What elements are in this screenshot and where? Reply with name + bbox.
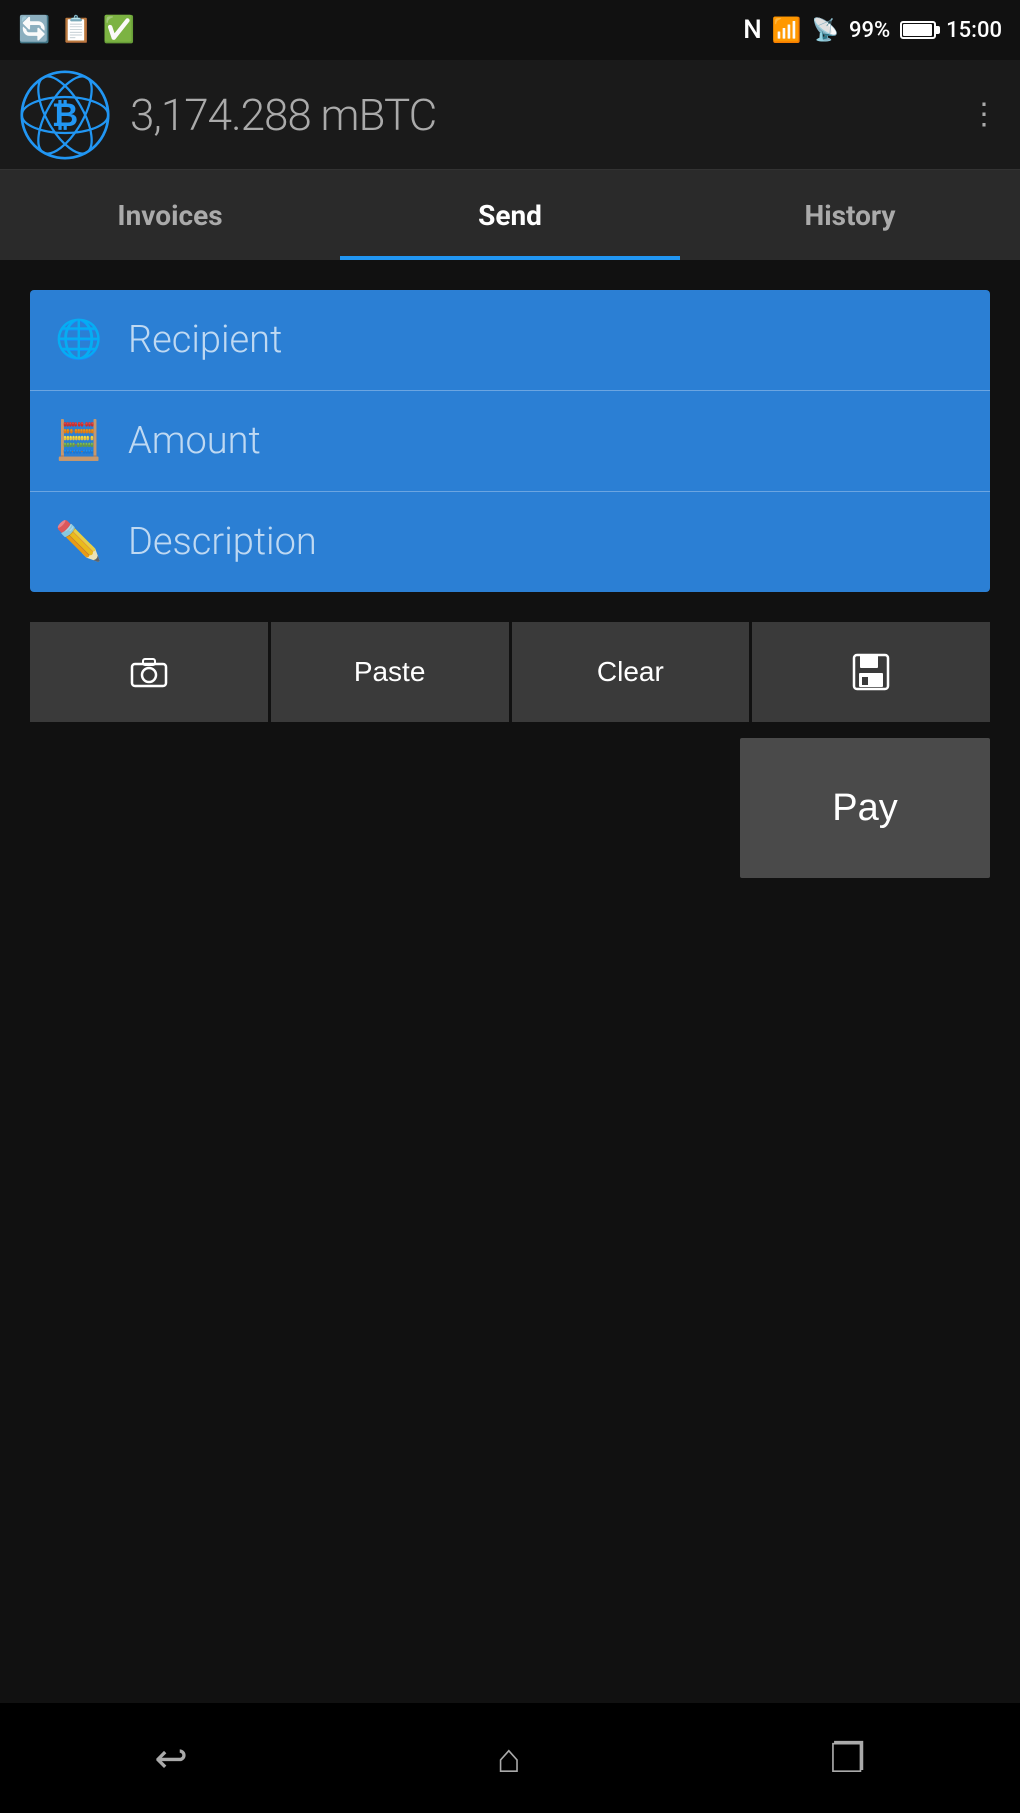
pen-icon: ✏️ <box>54 520 104 564</box>
bottom-navigation: ↩ ⌂ ❐ <box>0 1703 1020 1813</box>
status-bar: 🔄 📋 ✅ N 📶 📡 99% 15:00 <box>0 0 1020 60</box>
tab-invoices[interactable]: Invoices <box>0 170 340 260</box>
clipboard-check-icon: 📋 <box>60 15 92 45</box>
recent-nav-icon[interactable]: ❐ <box>830 1735 866 1782</box>
app-header: ₿ 3,174.288 mBTC ⋮ <box>0 60 1020 170</box>
balance-display: 3,174.288 mBTC <box>130 89 949 141</box>
calculator-icon: 🧮 <box>54 419 104 463</box>
tab-history[interactable]: History <box>680 170 1020 260</box>
back-nav-icon[interactable]: ↩ <box>154 1735 188 1782</box>
battery-percent: 99% <box>849 18 890 43</box>
svg-text:₿: ₿ <box>52 95 78 133</box>
pay-button[interactable]: Pay <box>740 738 990 878</box>
clear-button[interactable]: Clear <box>512 622 750 722</box>
camera-icon <box>130 656 168 688</box>
camera-button[interactable] <box>30 622 268 722</box>
pay-area: Pay <box>30 738 990 878</box>
save-icon <box>852 653 890 691</box>
home-nav-icon[interactable]: ⌂ <box>497 1735 521 1782</box>
app-logo: ₿ <box>20 70 110 160</box>
tab-bar: Invoices Send History <box>0 170 1020 260</box>
battery-icon <box>900 21 936 39</box>
description-row[interactable]: ✏️ Description <box>30 492 990 592</box>
signal-icon: 📡 <box>812 18 839 43</box>
status-bar-left: 🔄 📋 ✅ <box>18 15 135 45</box>
recipient-label: Recipient <box>128 318 282 362</box>
status-bar-right: N 📶 📡 99% 15:00 <box>743 15 1002 45</box>
nfc-icon: N <box>743 15 761 45</box>
recipient-row[interactable]: 🌐 Recipient <box>30 290 990 391</box>
action-button-row: Paste Clear <box>30 622 990 722</box>
tab-send[interactable]: Send <box>340 170 680 260</box>
sync-icon: 🔄 <box>18 15 50 45</box>
time-display: 15:00 <box>946 18 1002 43</box>
amount-row[interactable]: 🧮 Amount <box>30 391 990 492</box>
amount-label: Amount <box>128 419 261 463</box>
paste-button[interactable]: Paste <box>271 622 509 722</box>
check-clipboard-icon: ✅ <box>103 15 135 45</box>
globe-icon: 🌐 <box>54 318 104 362</box>
send-form: 🌐 Recipient 🧮 Amount ✏️ Description <box>30 290 990 592</box>
description-label: Description <box>128 520 317 564</box>
save-button[interactable] <box>752 622 990 722</box>
wifi-icon: 📶 <box>772 16 802 44</box>
more-options-icon[interactable]: ⋮ <box>969 97 1000 132</box>
